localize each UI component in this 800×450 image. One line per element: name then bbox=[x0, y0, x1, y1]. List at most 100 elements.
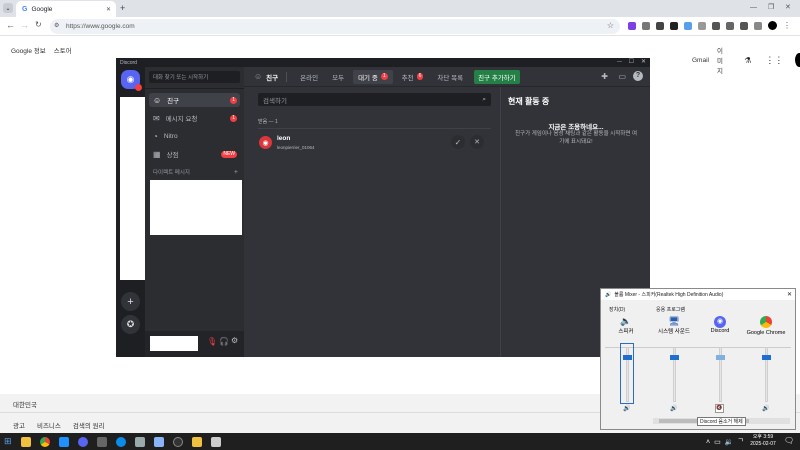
system-sounds-icon[interactable]: 🖥 bbox=[652, 316, 696, 327]
chrome-app-icon[interactable] bbox=[760, 316, 772, 328]
friend-search-input[interactable]: 검색하기 ⌕ bbox=[258, 93, 491, 106]
notification-icon[interactable]: 🗨 bbox=[784, 436, 794, 445]
app-taskbar-icon[interactable] bbox=[153, 436, 164, 447]
server-list: ◉ + ✪ bbox=[116, 67, 145, 357]
images-link[interactable]: 이미지 bbox=[717, 45, 728, 75]
profile-avatar[interactable] bbox=[768, 21, 777, 30]
edge-taskbar-icon[interactable] bbox=[115, 436, 126, 447]
dm-item-label: Nitro bbox=[163, 132, 178, 140]
dm-search-input[interactable]: 대화 찾기 또는 시작하기 bbox=[149, 71, 240, 83]
chrome-volume-slider[interactable] bbox=[760, 347, 772, 402]
tab-online[interactable]: 온라인 bbox=[295, 70, 323, 84]
device-mute-icon[interactable]: 🔊 bbox=[623, 405, 630, 412]
discord-maximize-button[interactable]: ☐ bbox=[629, 58, 634, 65]
account-avatar[interactable] bbox=[795, 53, 800, 67]
tray-overflow-icon[interactable]: ˄ bbox=[706, 439, 710, 446]
footer-how-search-works-link[interactable]: 검색의 원리 bbox=[73, 420, 105, 430]
slider-thumb[interactable] bbox=[623, 355, 632, 360]
explore-compass-icon[interactable]: ✪ bbox=[121, 315, 140, 334]
about-link[interactable]: Google 정보 bbox=[11, 45, 46, 55]
new-tab-button[interactable]: + bbox=[120, 3, 125, 13]
back-icon[interactable]: ← bbox=[6, 20, 15, 30]
extension-icon[interactable] bbox=[628, 21, 636, 30]
reading-list-icon[interactable] bbox=[726, 21, 734, 30]
tray-clock[interactable]: 오후 3:59 2025-02-07 bbox=[749, 434, 777, 448]
minimize-button[interactable]: — bbox=[750, 4, 757, 11]
app-taskbar-icon[interactable] bbox=[172, 436, 183, 447]
site-info-icon[interactable]: ⚙ bbox=[54, 22, 59, 29]
friend-request-row[interactable]: ◉ leon leonpierrier_01064 ✓ ✕ bbox=[258, 132, 491, 156]
chrome-taskbar-icon[interactable] bbox=[39, 436, 50, 447]
gmail-link[interactable]: Gmail bbox=[692, 57, 709, 64]
discord-taskbar-icon[interactable] bbox=[77, 436, 88, 447]
network-icon[interactable]: ▭ bbox=[714, 438, 721, 446]
tab-pending[interactable]: 대기 중 1 bbox=[353, 69, 393, 84]
extension-icon[interactable] bbox=[670, 21, 678, 30]
extension-icon[interactable] bbox=[656, 21, 664, 30]
slider-thumb[interactable] bbox=[762, 355, 771, 360]
system-sounds-volume-slider[interactable] bbox=[668, 347, 680, 402]
footer-ads-link[interactable]: 광고 bbox=[13, 420, 25, 430]
suggestions-badge: 6 bbox=[416, 73, 424, 80]
accept-check-icon[interactable]: ✓ bbox=[451, 135, 465, 149]
device-volume-slider[interactable] bbox=[621, 347, 633, 402]
new-group-dm-icon[interactable]: ✚ bbox=[601, 72, 608, 81]
store-link[interactable]: 스토어 bbox=[54, 45, 72, 55]
discord-close-button[interactable]: ✕ bbox=[641, 58, 646, 65]
extension-icon[interactable] bbox=[642, 21, 650, 30]
dm-item-friends[interactable]: ☺ 친구 1 bbox=[149, 93, 240, 107]
reload-icon[interactable]: ↻ bbox=[35, 20, 42, 29]
add-friend-button[interactable]: 친구 추가하기 bbox=[474, 69, 520, 84]
forward-icon[interactable]: → bbox=[20, 20, 29, 30]
tab-google[interactable]: G Google ✕ bbox=[16, 1, 116, 17]
slider-thumb[interactable] bbox=[716, 355, 725, 360]
app-taskbar-icon[interactable] bbox=[134, 436, 145, 447]
chrome-mute-icon[interactable]: 🔊 bbox=[762, 405, 769, 412]
labs-flask-icon[interactable]: ⚗ bbox=[744, 56, 751, 65]
dm-item-shop[interactable]: ▦ 상점 NEW bbox=[149, 147, 240, 161]
share-icon[interactable] bbox=[754, 21, 762, 30]
download-icon[interactable] bbox=[740, 21, 748, 30]
bookmark-star-icon[interactable]: ☆ bbox=[607, 21, 614, 30]
discord-app-icon[interactable]: ◉ bbox=[714, 316, 726, 328]
headphones-icon[interactable]: 🎧 bbox=[219, 337, 229, 346]
dm-item-nitro[interactable]: ◔ Nitro bbox=[149, 129, 240, 143]
volume-tray-icon[interactable]: 🔉 bbox=[725, 438, 734, 446]
dm-item-message-requests[interactable]: ✉ 메시지 요청 1 bbox=[149, 111, 240, 125]
menu-icon[interactable]: ⋮ bbox=[783, 21, 791, 30]
mixer-taskbar-icon[interactable] bbox=[210, 436, 221, 447]
close-tab-icon[interactable]: ✕ bbox=[106, 6, 111, 13]
folder-taskbar-icon[interactable] bbox=[191, 436, 202, 447]
mixer-close-button[interactable]: ✕ bbox=[787, 291, 792, 298]
tab-suggestions[interactable]: 추천 6 bbox=[397, 70, 429, 84]
tab-blocked[interactable]: 차단 목록 bbox=[432, 70, 468, 84]
ignore-close-icon[interactable]: ✕ bbox=[470, 135, 484, 149]
restore-button[interactable]: ❐ bbox=[768, 3, 774, 11]
help-icon[interactable]: ? bbox=[633, 71, 643, 81]
speaker-device-icon[interactable]: 🔈 bbox=[604, 316, 648, 327]
app-taskbar-icon[interactable] bbox=[96, 436, 107, 447]
address-bar[interactable]: ⚙ https://www.google.com ☆ bbox=[50, 19, 620, 34]
apps-grid-icon[interactable]: ⋮⋮ bbox=[765, 55, 783, 66]
system-sounds-mute-icon[interactable]: 🔊 bbox=[670, 405, 677, 412]
footer-business-link[interactable]: 비즈니스 bbox=[37, 420, 61, 430]
mic-muted-icon[interactable]: 🎙 bbox=[207, 337, 217, 346]
discord-minimize-button[interactable]: — bbox=[617, 59, 622, 65]
extension-icon[interactable] bbox=[698, 21, 706, 30]
tab-all[interactable]: 모두 bbox=[327, 70, 349, 84]
tab-search-button[interactable]: ⌄ bbox=[3, 3, 13, 13]
puzzle-icon[interactable] bbox=[712, 21, 720, 30]
add-server-icon[interactable]: + bbox=[121, 292, 140, 311]
settings-gear-icon[interactable]: ⚙ bbox=[231, 336, 238, 345]
language-icon[interactable]: ᄀ bbox=[737, 437, 743, 447]
inbox-icon[interactable]: ▭ bbox=[618, 72, 626, 81]
close-window-button[interactable]: ✕ bbox=[785, 3, 791, 11]
app-taskbar-icon[interactable] bbox=[58, 436, 69, 447]
file-explorer-icon[interactable] bbox=[20, 436, 31, 447]
discord-volume-slider[interactable] bbox=[714, 347, 726, 402]
windows-start-icon[interactable]: ⊞ bbox=[4, 436, 12, 447]
discord-mute-icon[interactable]: 🔇 bbox=[715, 404, 724, 413]
extension-icon[interactable] bbox=[684, 21, 692, 30]
create-dm-icon[interactable]: + bbox=[234, 169, 238, 176]
slider-thumb[interactable] bbox=[670, 355, 679, 360]
